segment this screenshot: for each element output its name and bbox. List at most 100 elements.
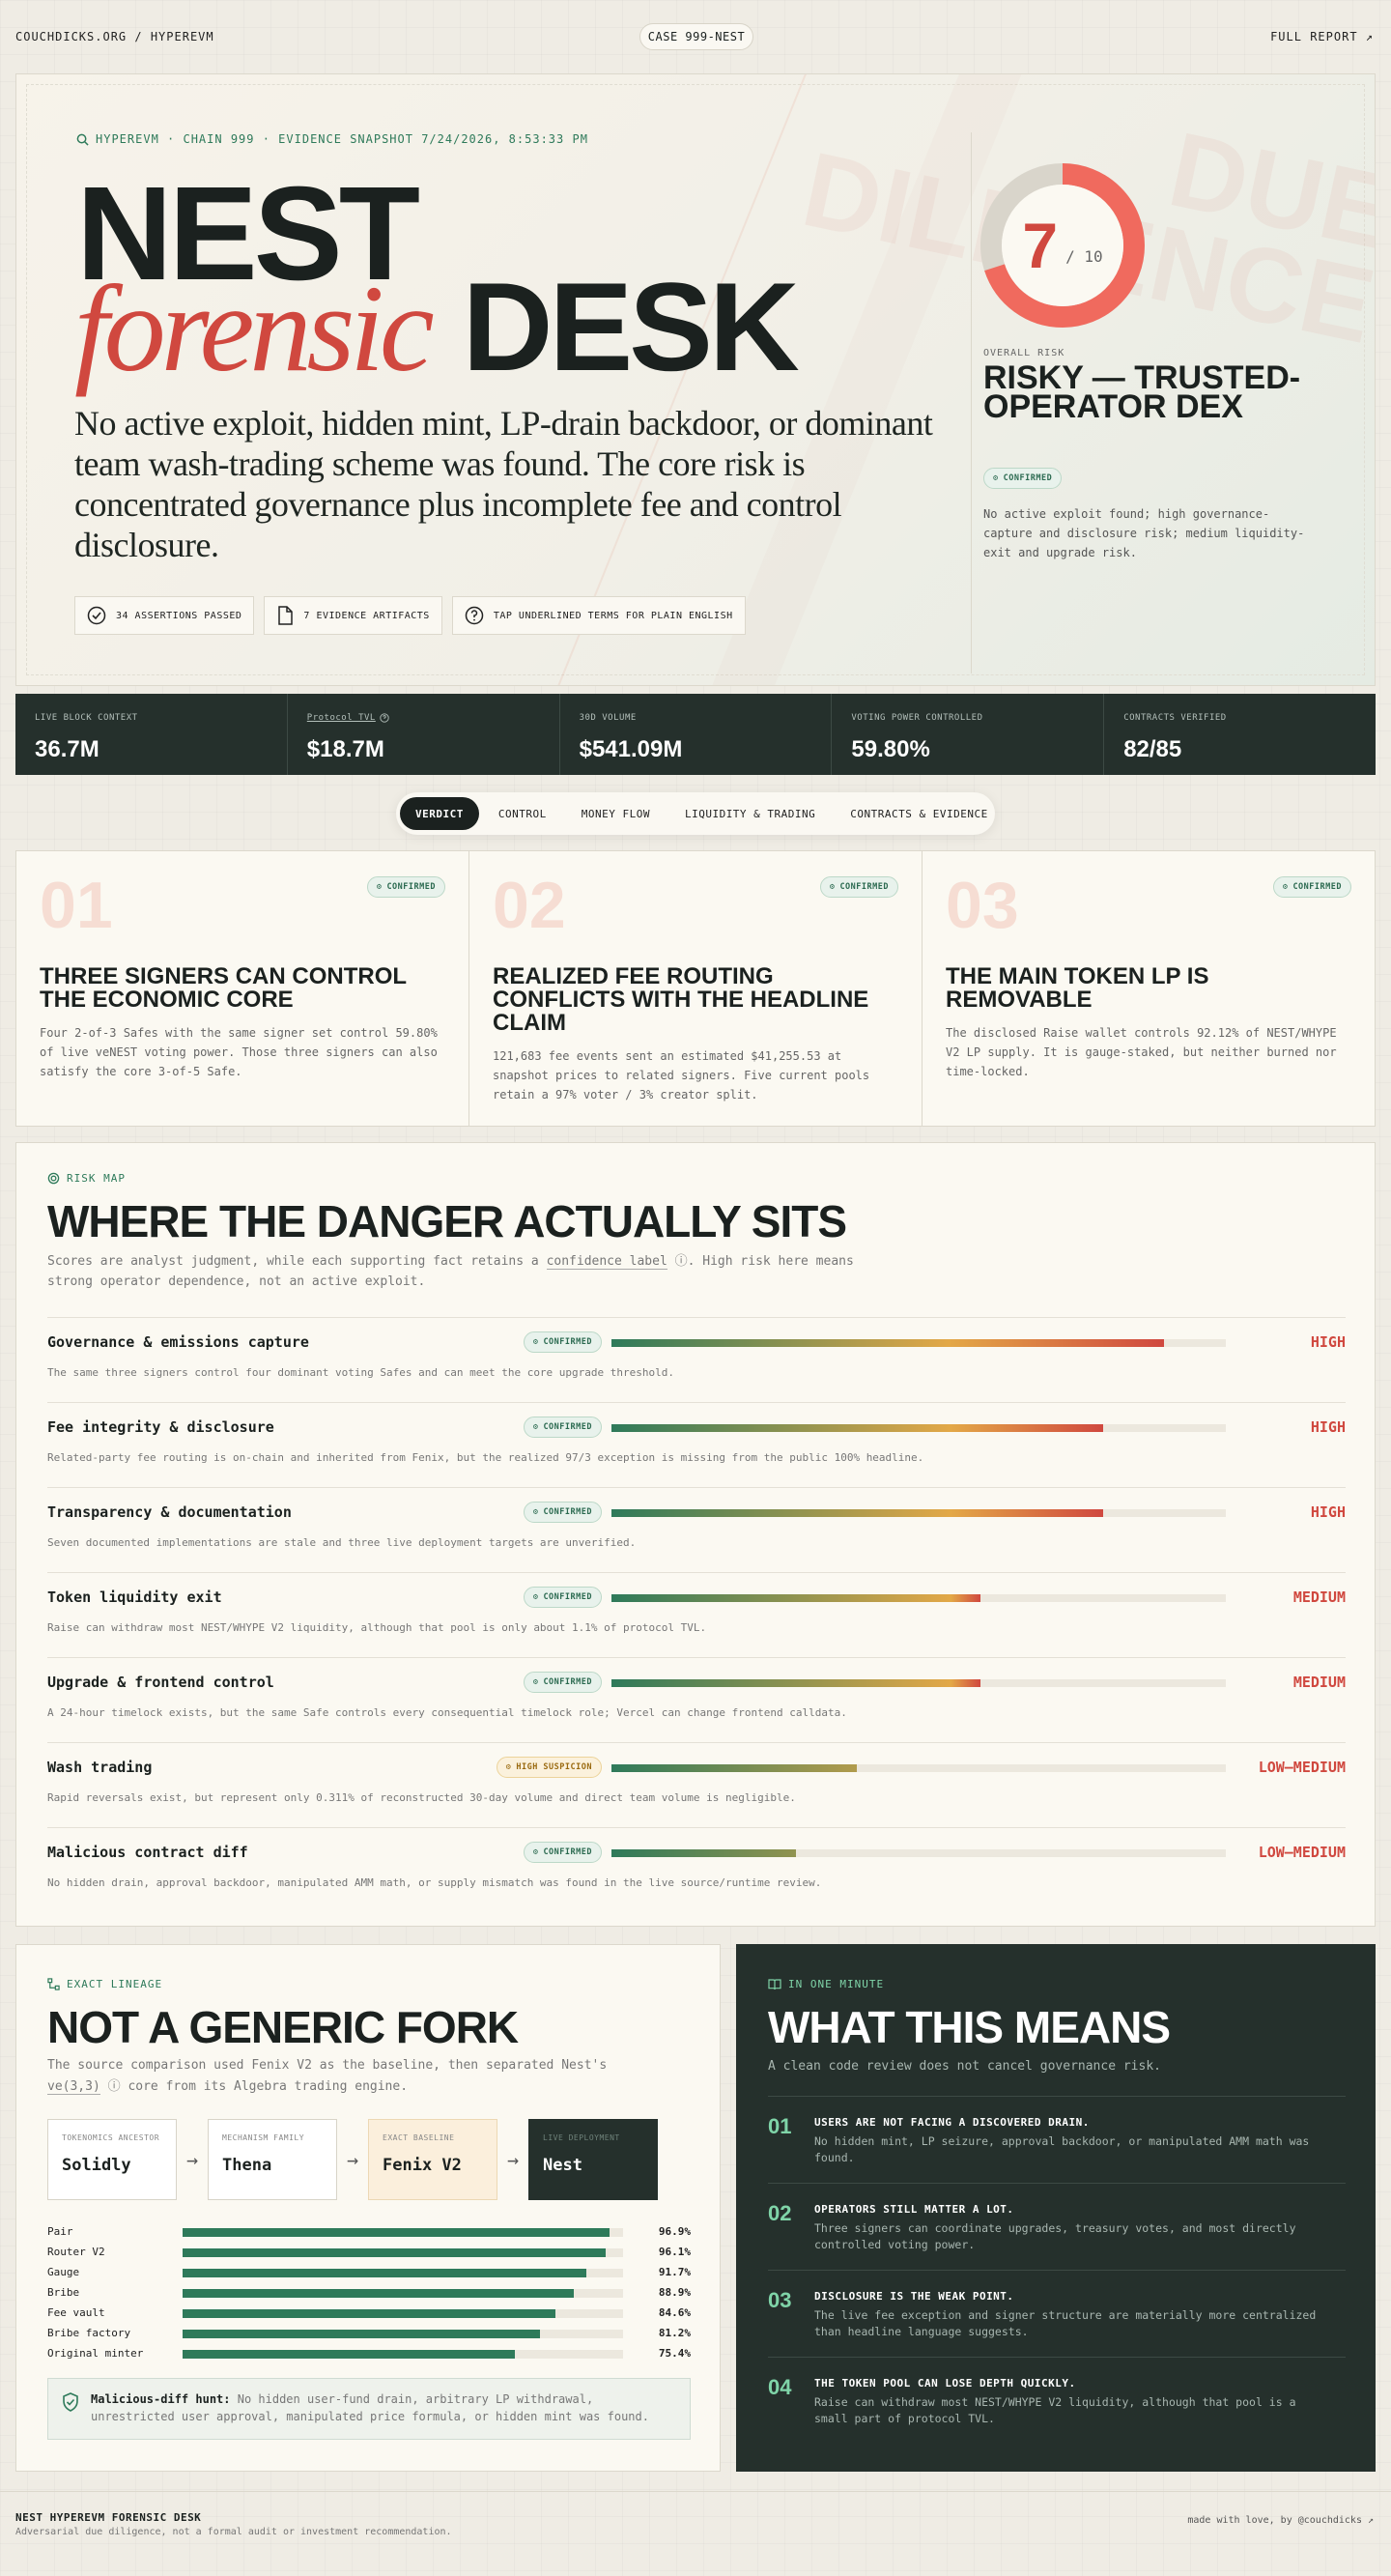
stat-protocol-tvl[interactable]: Protocol TVL $18.7M — [288, 694, 560, 775]
risk-map-title: WHERE THE DANGER ACTUALLY SITS — [47, 1196, 847, 1246]
tab-money-flow[interactable]: MONEY FLOW — [566, 797, 666, 830]
lineage-chain: TOKENOMICS ANCESTOR Solidly → MECHANISM … — [47, 2119, 658, 2200]
risk-desc: The same three signers control four domi… — [47, 1366, 675, 1379]
gear-icon: ⚙ — [532, 1677, 539, 1687]
confirmed-badge: ⚙ CONFIRMED — [523, 1842, 602, 1863]
risk-map-subtitle: Scores are analyst judgment, while each … — [47, 1254, 854, 1289]
what-this-means-section: IN ONE MINUTE WHAT THIS MEANS A clean co… — [736, 1944, 1376, 2472]
means-kicker: IN ONE MINUTE — [768, 1978, 884, 1990]
question-icon: ⓘ — [667, 1254, 688, 1269]
chip-artifacts[interactable]: 7 EVIDENCE ARTIFACTS — [264, 596, 442, 635]
confidence-label-term[interactable]: confidence label — [546, 1254, 667, 1270]
confirmed-badge: ⚙ CONFIRMED — [1272, 876, 1351, 898]
finding-card: 03 ⚙ CONFIRMED THE MAIN TOKEN LP IS REMOV… — [923, 851, 1375, 1126]
means-item: 01 USERS ARE NOT FACING A DISCOVERED DRA… — [768, 2096, 1346, 2183]
chip-plain-english[interactable]: TAP UNDERLINED TERMS FOR PLAIN ENGLISH — [451, 596, 746, 635]
tab-control[interactable]: CONTROL — [483, 797, 562, 830]
similarity-row: Gauge 91.7% — [47, 2266, 691, 2278]
similarity-fill — [183, 2289, 575, 2298]
similarity-fill — [183, 2350, 515, 2359]
chip-assertions[interactable]: 34 ASSERTIONS PASSED — [74, 596, 255, 635]
risk-row: Upgrade & frontend control ⚙ CONFIRMED ME… — [47, 1657, 1346, 1742]
means-item: 02 OPERATORS STILL MATTER A LOT. Three s… — [768, 2183, 1346, 2270]
hero-kicker-text: HYPEREVM · CHAIN 999 · EVIDENCE SNAPSHOT… — [96, 132, 588, 146]
finding-desc: Four 2-of-3 Safes with the same signer s… — [40, 1026, 438, 1078]
risk-bar-fill — [611, 1764, 858, 1772]
similarity-row: Original minter 75.4% — [47, 2347, 691, 2360]
document-icon — [278, 606, 294, 625]
finding-title: THE MAIN TOKEN LP IS REMOVABLE — [946, 963, 1209, 1013]
footer: NEST HYPEREVM FORENSIC DESK Adversarial … — [0, 2491, 1391, 2576]
stat-contracts-verified: CONTRACTS VERIFIED 82/85 — [1123, 713, 1227, 762]
full-report-link[interactable]: FULL REPORT ↗ — [1270, 30, 1374, 43]
risk-name: Wash trading — [47, 1759, 153, 1776]
gauge-value: 7 / 10 — [979, 162, 1146, 329]
similarity-fill — [183, 2248, 607, 2257]
lineage-subtitle: The source comparison used Fenix V2 as t… — [47, 2058, 608, 2095]
lineage-box-thena: MECHANISM FAMILY Thena — [208, 2119, 337, 2200]
overall-risk-badge: ⚙ CONFIRMED — [983, 466, 1063, 489]
gear-icon: ⚙ — [829, 882, 836, 892]
confirmed-badge: ⚙ CONFIRMED — [523, 1672, 602, 1693]
risk-bar-track — [611, 1594, 1226, 1602]
finding-card: 01 ⚙ CONFIRMED THREE SIGNERS CAN CONTROL … — [16, 851, 469, 1126]
breadcrumb[interactable]: COUCHDICKS.ORG / HYPEREVM — [15, 30, 214, 43]
tab-liquidity-trading[interactable]: LIQUIDITY & TRADING — [669, 797, 831, 830]
risk-name: Token liquidity exit — [47, 1589, 222, 1606]
risk-level: LOW–MEDIUM — [1258, 1759, 1346, 1776]
ve33-term[interactable]: ve(3,3) — [47, 2079, 100, 2095]
means-subtitle: A clean code review does not cancel gove… — [768, 2059, 1161, 2074]
shield-check-icon — [63, 2392, 78, 2412]
risk-bar-track — [611, 1339, 1226, 1347]
risk-level: MEDIUM — [1292, 1589, 1346, 1606]
gear-icon: ⚙ — [376, 882, 383, 892]
lineage-box-fenix: EXACT BASELINE Fenix V2 — [368, 2119, 497, 2200]
tab-contracts-evidence[interactable]: CONTRACTS & EVIDENCE — [835, 797, 1003, 830]
risk-level: HIGH — [1310, 1503, 1346, 1521]
question-icon — [380, 713, 389, 723]
confirmed-badge: ⚙ CONFIRMED — [983, 468, 1063, 489]
confirmed-badge: ⚙ CONFIRMED — [819, 876, 898, 898]
malicious-diff-callout: Malicious-diff hunt: No hidden user-fund… — [47, 2378, 691, 2440]
key-findings: 01 ⚙ CONFIRMED THREE SIGNERS CAN CONTROL … — [15, 850, 1376, 1127]
hero-title-desk: DESK — [462, 256, 800, 397]
lineage-box-nest: LIVE DEPLOYMENT Nest — [528, 2119, 658, 2200]
stat-block-context: LIVE BLOCK CONTEXT 36.7M — [15, 694, 288, 775]
finding-title: REALIZED FEE ROUTING CONFLICTS WITH THE … — [493, 963, 869, 1036]
finding-title: THREE SIGNERS CAN CONTROL THE ECONOMIC C… — [40, 963, 407, 1013]
risk-name: Fee integrity & disclosure — [47, 1418, 274, 1436]
risk-desc: Raise can withdraw most NEST/WHYPE V2 li… — [47, 1621, 707, 1634]
risk-row: Governance & emissions capture ⚙ CONFIRME… — [47, 1317, 1346, 1402]
lineage-section: EXACT LINEAGE NOT A GENERIC FORK The sou… — [15, 1944, 721, 2472]
hero-lede: No active exploit, hidden mint, LP-drain… — [74, 404, 933, 564]
risk-bar-track — [611, 1509, 1226, 1517]
risk-row: Fee integrity & disclosure ⚙ CONFIRMED HI… — [47, 1402, 1346, 1487]
confirmed-badge: ⚙ CONFIRMED — [523, 1331, 602, 1353]
risk-level: HIGH — [1310, 1418, 1346, 1436]
lineage-box-solidly: TOKENOMICS ANCESTOR Solidly — [47, 2119, 177, 2200]
risk-level: HIGH — [1310, 1333, 1346, 1351]
risk-map-section: RISK MAP WHERE THE DANGER ACTUALLY SITS … — [15, 1142, 1376, 1927]
footer-credit-link[interactable]: made with love, by @couchdicks ↗ — [1187, 2515, 1374, 2526]
means-title: WHAT THIS MEANS — [768, 2002, 1171, 2052]
similarity-row: Bribe factory 81.2% — [47, 2327, 691, 2339]
tab-verdict[interactable]: VERDICT — [400, 797, 479, 830]
risk-name: Upgrade & frontend control — [47, 1674, 274, 1691]
risk-gauge: 7 / 10 — [979, 162, 1146, 329]
section-tabs: VERDICT CONTROL MONEY FLOW LIQUIDITY & T… — [396, 792, 995, 835]
finding-desc: 121,683 fee events sent an estimated $41… — [493, 1049, 870, 1102]
footer-disclaimer: Adversarial due diligence, not a formal … — [15, 2527, 452, 2537]
means-item: 04 THE TOKEN POOL CAN LOSE DEPTH QUICKLY… — [768, 2357, 1346, 2444]
hero-title-script: forensic — [74, 260, 435, 397]
risk-desc: A 24-hour timelock exists, but the same … — [47, 1706, 847, 1719]
risk-row: Wash trading ⚙ HIGH SUSPICION LOW–MEDIUM … — [47, 1742, 1346, 1827]
similarity-row: Pair 96.9% — [47, 2225, 691, 2238]
risk-level: LOW–MEDIUM — [1258, 1844, 1346, 1861]
hero-title-line2: forensic DESK — [74, 256, 800, 397]
case-pill: CASE 999-NEST — [639, 23, 753, 50]
top-bar: COUCHDICKS.ORG / HYPEREVM CASE 999-NEST … — [0, 0, 1391, 73]
risk-bar-fill — [611, 1849, 796, 1857]
risk-bar-track — [611, 1424, 1226, 1432]
gear-icon: ⚙ — [532, 1422, 539, 1432]
question-icon: ⓘ — [99, 2079, 121, 2094]
